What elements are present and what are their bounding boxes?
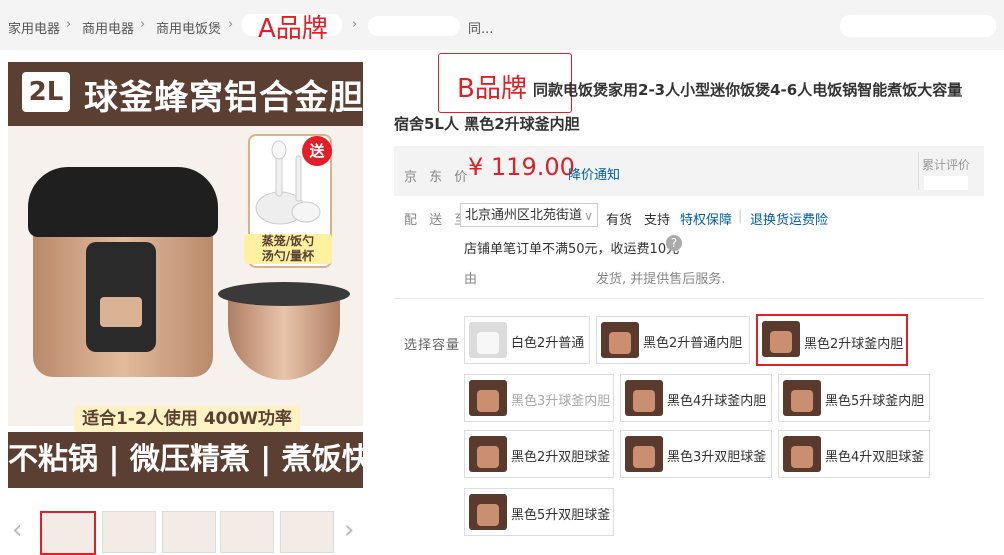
price-drop-notify-link[interactable]: 降价通知	[568, 164, 620, 183]
brand-a-annotation: A品牌	[258, 14, 328, 44]
accessory-label-line2: 汤勺/量杯	[261, 249, 315, 263]
option-thumbnail	[762, 321, 800, 357]
divider	[918, 152, 919, 190]
chevron-down-icon: ∨	[584, 209, 593, 223]
option-thumbnail	[469, 494, 507, 530]
option-label: 白色2升普通	[511, 336, 585, 351]
option-black-4l-double-pot[interactable]: 黑色4升双胆球釜	[778, 430, 930, 478]
option-white-2l-standard[interactable]: 白色2升普通	[464, 316, 590, 364]
option-black-3l-double-pot[interactable]: 黑色3升双胆球釜	[620, 430, 772, 478]
breadcrumb: 家用电器 › 商用电器 › 商用电饭煲 › A品牌 › 同...	[0, 0, 1004, 50]
option-label: 黑色2升普通内胆	[643, 336, 743, 351]
option-label: 黑色3升球釜内胆	[511, 394, 611, 409]
option-thumbnail	[783, 436, 821, 472]
seller-prefix: 由	[464, 272, 478, 287]
breadcrumb-shop-suffix[interactable]: 同...	[468, 18, 493, 37]
option-black-2l-double-pot[interactable]: 黑色2升双胆球釜	[464, 430, 614, 478]
option-label: 黑色5升球釜内胆	[825, 394, 925, 409]
option-black-5l-double-pot[interactable]: 黑色5升双胆球釜	[464, 488, 614, 536]
product-title-line2: 宿舍5L人 黑色2升球釜内胆	[394, 115, 580, 133]
accessory-label-line1: 蒸笼/饭勺	[261, 234, 315, 248]
option-thumbnail	[469, 322, 507, 358]
thumbnail-item[interactable]	[220, 511, 274, 553]
option-thumbnail	[469, 380, 507, 416]
option-thumbnail	[783, 380, 821, 416]
thumbnail-item[interactable]	[102, 511, 156, 553]
option-label: 黑色5升双胆球釜	[511, 508, 611, 523]
product-title-line1: 同款电饭煲家用2-3人小型迷你饭煲4-6人电饭锅智能煮饭大容量	[533, 81, 963, 99]
breadcrumb-item-commercial-rice-cooker[interactable]: 商用电饭煲	[156, 18, 221, 37]
thumbnail-strip: ‹ ›	[8, 505, 364, 555]
breadcrumb-item-commercial-appliances[interactable]: 商用电器	[82, 18, 134, 37]
option-thumbnail	[601, 322, 639, 358]
inner-pot-icon	[218, 282, 350, 382]
delivery-address-value: 北京通州区北苑街道	[465, 208, 583, 223]
breadcrumb-separator-icon: ›	[66, 17, 72, 32]
seller-suffix: 发货, 并提供售后服务.	[596, 272, 726, 287]
chevron-right-icon[interactable]: ›	[344, 515, 354, 545]
thumbnail-item[interactable]	[280, 511, 334, 553]
delivery-address-select[interactable]: 北京通州区北苑街道 ∨	[460, 203, 598, 227]
option-black-3l-spherical-pot[interactable]: 黑色3升球釜内胆	[464, 374, 614, 422]
chevron-left-icon[interactable]: ‹	[12, 515, 22, 545]
option-black-2l-standard-pot[interactable]: 黑色2升普通内胆	[596, 316, 750, 364]
redacted-search-area	[840, 15, 996, 37]
image-banner-top: 2L 球釜蜂窝铝合金胆	[8, 62, 363, 126]
help-icon[interactable]: ?	[666, 235, 682, 251]
breadcrumb-item-home-appliances[interactable]: 家用电器	[8, 18, 60, 37]
capacity-badge: 2L	[22, 72, 70, 112]
divider: |	[738, 209, 743, 224]
support-label: 支持	[644, 213, 671, 228]
redacted-seller-name	[484, 266, 594, 282]
breadcrumb-separator-icon: ›	[352, 17, 358, 32]
option-thumbnail	[625, 380, 663, 416]
breadcrumb-separator-icon: ›	[140, 17, 146, 32]
option-label: 黑色4升球釜内胆	[667, 394, 767, 409]
image-headline: 球釜蜂窝铝合金胆	[84, 78, 363, 118]
reviews-label[interactable]: 累计评价	[922, 156, 970, 173]
option-label: 黑色2升球釜内胆	[804, 337, 904, 352]
redacted-review-count	[924, 176, 968, 190]
breadcrumb-separator-icon: ›	[228, 17, 234, 32]
rice-cooker-icon	[28, 167, 218, 382]
option-thumbnail	[469, 436, 507, 472]
option-thumbnail	[625, 436, 663, 472]
usage-caption: 适合1-2人使用 400W功率	[74, 406, 300, 432]
thumbnail-item[interactable]	[162, 511, 216, 553]
accessory-label: 蒸笼/饭勺 汤勺/量杯	[244, 234, 332, 264]
stock-status: 有货	[606, 213, 633, 228]
redacted-shop-name	[368, 16, 460, 36]
privilege-guarantee-link[interactable]: 特权保障	[680, 209, 732, 228]
price-label: 京 东 价	[404, 170, 472, 185]
option-black-5l-spherical-pot[interactable]: 黑色5升球釜内胆	[778, 374, 930, 422]
option-label: 黑色2升双胆球釜	[511, 450, 611, 465]
gift-badge: 送	[302, 136, 332, 166]
product-main-image[interactable]: 2L 球釜蜂窝铝合金胆 送 蒸笼/饭勺 汤勺/量杯 适合1-2人使用 400W功…	[8, 62, 363, 488]
option-black-2l-spherical-pot[interactable]: 黑色2升球釜内胆	[756, 314, 908, 366]
return-shipping-insurance-link[interactable]: 退换货运费险	[750, 209, 828, 228]
features-banner: 不粘锅 | 微压精煮 | 煮饭快	[8, 432, 363, 488]
option-black-4l-spherical-pot[interactable]: 黑色4升球釜内胆	[620, 374, 772, 422]
shipping-fee-note: 店铺单笔订单不满50元，收运费10元	[464, 242, 680, 257]
divider	[394, 298, 984, 299]
price-value: ¥ 119.00	[468, 153, 575, 181]
option-label: 黑色4升双胆球釜	[825, 450, 925, 465]
brand-b-annotation: B品牌	[457, 74, 527, 104]
options-label: 选择容量	[404, 338, 461, 353]
option-label: 黑色3升双胆球釜	[667, 450, 767, 465]
thumbnail-item[interactable]	[40, 511, 96, 555]
